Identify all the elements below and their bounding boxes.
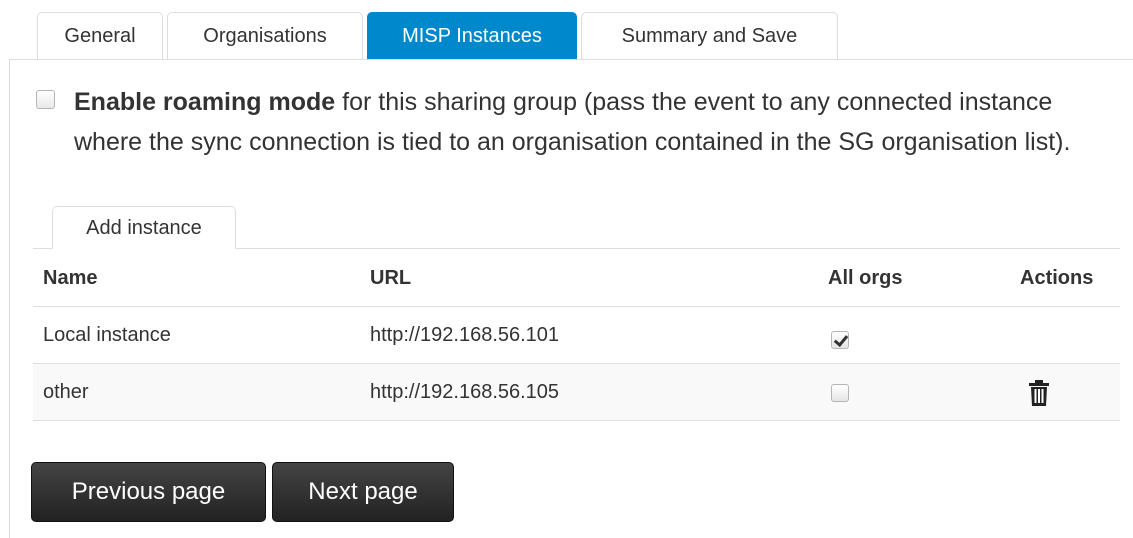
sharing-group-editor: General Organisations MISP Instances Sum… [0,0,1133,538]
tab-add-instance[interactable]: Add instance [52,206,236,249]
tab-summary-and-save[interactable]: Summary and Save [581,12,838,60]
next-page-button[interactable]: Next page [272,462,454,522]
tab-misp-instances[interactable]: MISP Instances [367,12,577,60]
tab-organisations[interactable]: Organisations [167,12,363,60]
wizard-tabs: General Organisations MISP Instances Sum… [37,12,842,60]
roaming-mode-checkbox[interactable] [36,90,55,109]
column-header-url: URL [370,267,412,289]
column-header-name: Name [43,267,98,289]
instance-name: other [43,381,89,403]
roaming-mode-label: Enable roaming mode for this sharing gro… [74,82,1119,162]
column-header-all-orgs: All orgs [828,267,903,289]
column-header-actions: Actions [1020,267,1094,289]
previous-page-button[interactable]: Previous page [31,462,266,522]
roaming-mode-title: Enable roaming mode [74,88,336,116]
instance-url: http://192.168.56.105 [370,381,560,403]
instance-name: Local instance [43,324,171,346]
tab-divider [10,59,1133,60]
instances-table: Name URL All orgs Actions Local instance… [33,249,1120,421]
all-orgs-checkbox[interactable] [831,331,849,349]
table-row: Local instance http://192.168.56.101 [33,307,1120,364]
table-row: other http://192.168.56.105 [33,364,1120,421]
table-header-row: Name URL All orgs Actions [33,249,1120,307]
all-orgs-checkbox[interactable] [831,384,849,402]
trash-icon[interactable] [1028,380,1050,406]
instance-url: http://192.168.56.101 [370,324,560,346]
panel-left-border [9,59,10,538]
tab-general[interactable]: General [37,12,163,60]
